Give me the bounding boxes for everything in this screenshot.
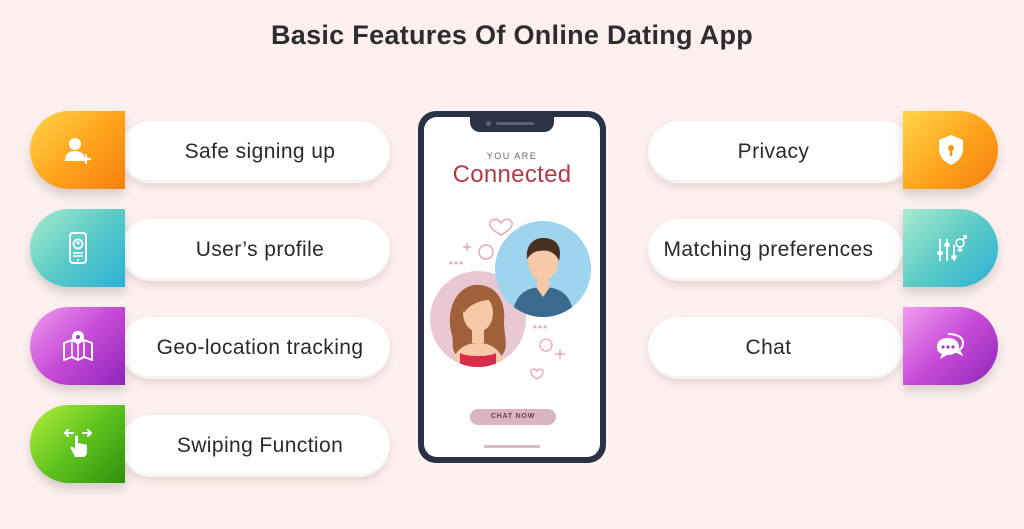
feature-users-profile: User’s profile [30, 209, 390, 289]
deco-ring [539, 338, 553, 352]
swipe-hand-icon [63, 429, 92, 457]
feature-label-pill: Matching preferences [648, 219, 903, 281]
feature-label-pill: User’s profile [120, 219, 390, 281]
couple-illustration [430, 218, 591, 380]
feature-label: User’s profile [195, 238, 325, 261]
deco-ring [478, 244, 494, 260]
phone-profile-icon [68, 232, 87, 264]
feature-label-pill: Chat [648, 317, 903, 379]
feature-geo-location: Geo-location tracking [30, 307, 390, 387]
feature-chat: Chat [648, 307, 998, 387]
gender-sliders-icon [937, 235, 967, 261]
feature-label: Matching preferences [663, 238, 874, 261]
feature-matching-preferences: Matching preferences [648, 209, 998, 289]
feature-privacy: Privacy [648, 111, 998, 191]
shield-lock-icon [938, 135, 963, 165]
feature-badge [30, 209, 125, 287]
feature-label-pill: Safe signing up [120, 121, 390, 183]
phone-screen: YOU ARE Connected CHAT NOW [424, 117, 600, 457]
feature-swiping-function: Swiping Function [30, 405, 390, 485]
map-pin-icon [62, 331, 93, 361]
feature-badge [30, 111, 125, 189]
feature-label: Chat [745, 336, 792, 359]
phone-mockup: YOU ARE Connected CHAT NOW [418, 111, 606, 463]
plus-icon [555, 349, 565, 359]
feature-label: Privacy [737, 140, 810, 163]
plus-icon [463, 243, 471, 251]
feature-label: Geo-location tracking [156, 336, 364, 359]
page-title: Basic Features Of Online Dating App [270, 20, 754, 50]
feature-badge [30, 307, 125, 385]
user-add-icon [64, 138, 91, 165]
feature-badge [903, 209, 998, 287]
feature-label-pill: Privacy [648, 121, 913, 183]
feature-label-pill: Geo-location tracking [120, 317, 390, 379]
feature-badge [30, 405, 125, 483]
heart-icon [530, 368, 544, 380]
feature-badge [903, 111, 998, 189]
heart-icon [489, 218, 513, 236]
chat-now-button[interactable]: CHAT NOW [470, 409, 556, 425]
feature-label: Swiping Function [176, 434, 344, 457]
feature-safe-signing-up: Safe signing up [30, 111, 390, 191]
feature-badge [903, 307, 998, 385]
home-indicator [484, 445, 540, 448]
feature-label-pill: Swiping Function [120, 415, 390, 477]
feature-label: Safe signing up [184, 140, 336, 163]
chat-bubbles-icon [936, 333, 964, 359]
